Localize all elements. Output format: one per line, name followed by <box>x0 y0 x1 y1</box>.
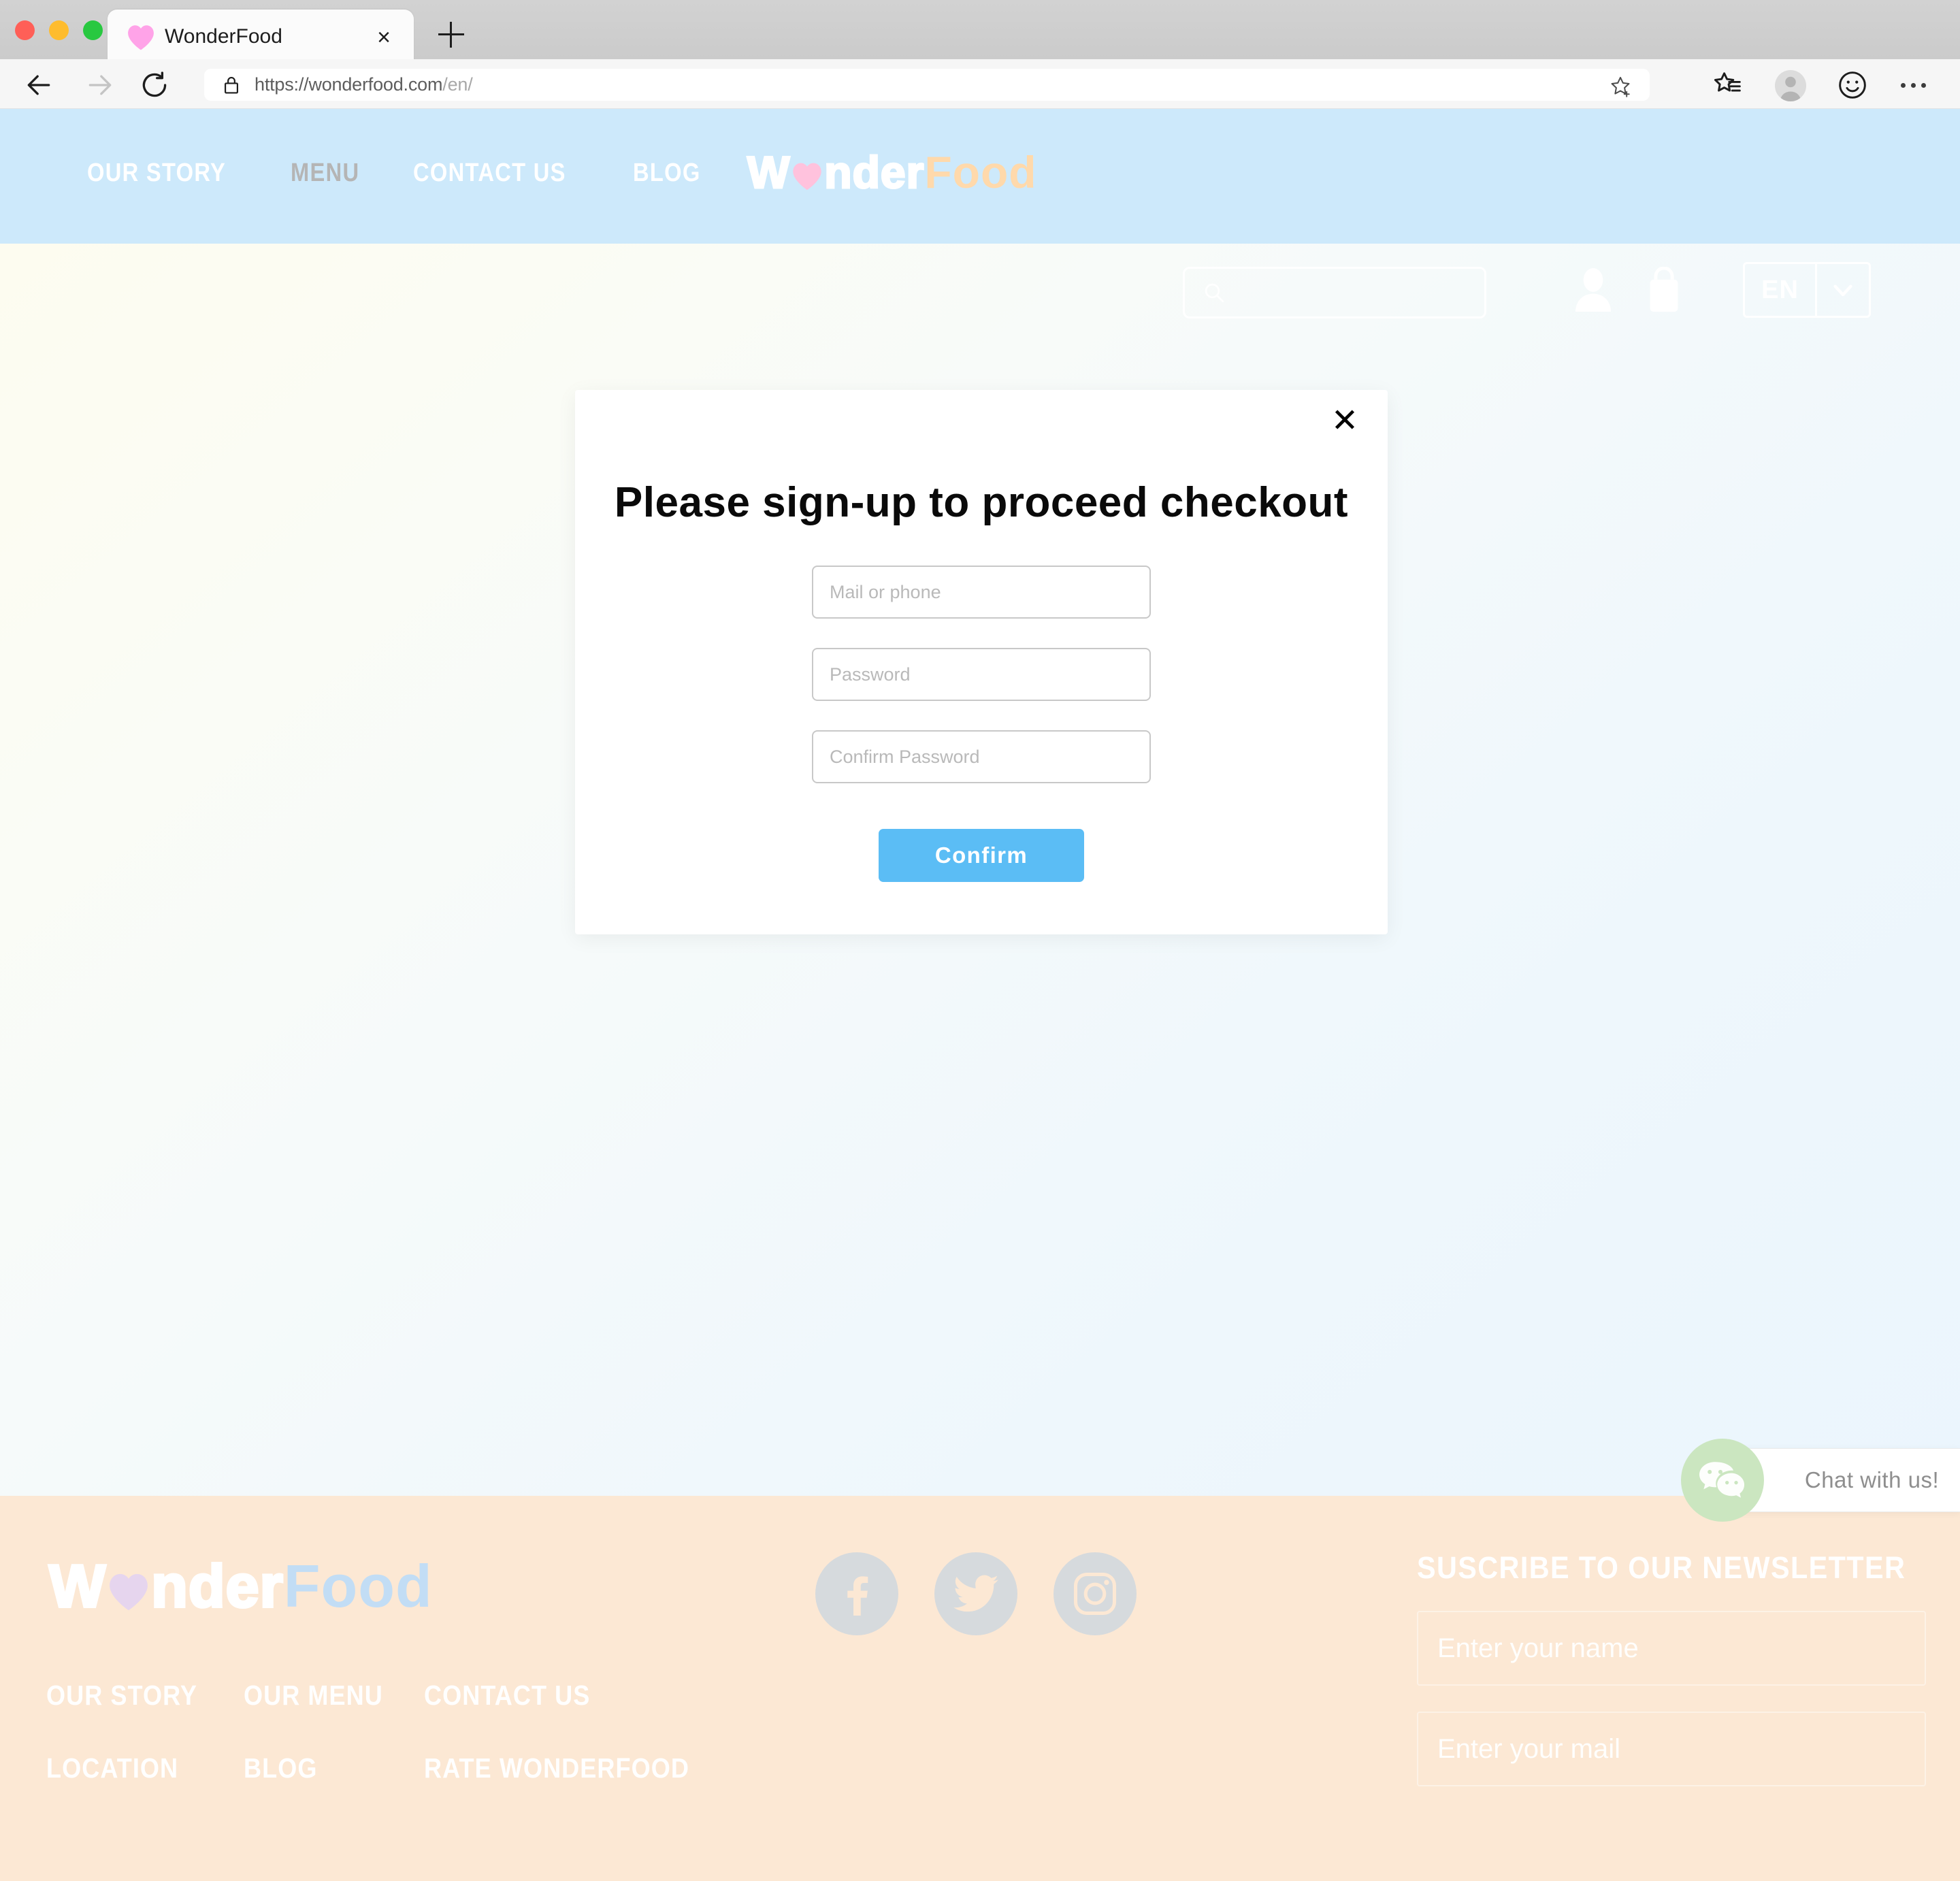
footer-link-blog[interactable]: BLOG <box>244 1752 402 1784</box>
footer-logo-part-food: Food <box>283 1552 433 1620</box>
chevron-down-glyph <box>1833 284 1852 297</box>
wechat-bubbles-icon[interactable] <box>1681 1439 1764 1522</box>
address-bar[interactable]: https://wonderfood.com/en/ <box>204 69 1650 101</box>
search-box[interactable] <box>1183 267 1494 318</box>
footer-link-contact-us[interactable]: CONTACT US <box>424 1680 689 1712</box>
newsletter-name-input[interactable] <box>1417 1611 1926 1686</box>
newsletter-signup: SUSCRIBE TO OUR NEWSLETTER <box>1417 1550 1926 1812</box>
back-arrow-icon[interactable] <box>24 70 54 100</box>
footer-logo-part-nder: nder <box>150 1551 284 1621</box>
forward-arrow-icon[interactable] <box>85 70 115 100</box>
nav-item-contact-us[interactable]: CONTACT US <box>413 159 566 188</box>
shopping-bag-icon[interactable] <box>1644 267 1684 313</box>
logo-part-w: W <box>746 146 791 199</box>
footer-link-rate-wonderfood[interactable]: RATE WONDERFOOD <box>424 1752 689 1784</box>
mail-or-phone-input[interactable] <box>812 566 1151 619</box>
facebook-glyph <box>847 1576 868 1616</box>
footer-logo-part-w: W <box>48 1551 107 1621</box>
url-path: /en/ <box>442 74 473 95</box>
site-footer: W nder Food OUR STORY OUR MENU CONTACT U… <box>0 1496 1960 1881</box>
window-close-button[interactable] <box>15 20 35 40</box>
profile-avatar-glyph <box>1775 70 1806 101</box>
window-controls <box>15 20 103 40</box>
confirm-button[interactable]: Confirm <box>879 829 1084 882</box>
address-bar-url: https://wonderfood.com/en/ <box>255 74 473 95</box>
collections-star-icon[interactable] <box>1712 70 1742 100</box>
window-maximize-button[interactable] <box>83 20 103 40</box>
feedback-smiley-icon[interactable] <box>1838 70 1867 100</box>
footer-logo[interactable]: W nder Food <box>48 1551 433 1621</box>
lock-icon <box>225 76 238 94</box>
logo-part-nder: nder <box>823 146 925 199</box>
newsletter-mail-input[interactable] <box>1417 1712 1926 1786</box>
profile-avatar-icon[interactable] <box>1775 70 1806 101</box>
tab-close-button[interactable]: × <box>370 24 397 51</box>
instagram-glyph <box>1073 1572 1117 1616</box>
social-links <box>815 1552 1137 1635</box>
signup-modal: ✕ Please sign-up to proceed checkout Con… <box>575 390 1388 934</box>
chat-label: Chat with us! <box>1804 1467 1940 1492</box>
modal-close-button[interactable]: ✕ <box>1326 402 1363 439</box>
heart-icon <box>110 1573 148 1611</box>
instagram-icon[interactable] <box>1054 1552 1137 1635</box>
wechat-bubbles-glyph <box>1699 1462 1745 1498</box>
twitter-icon[interactable] <box>934 1552 1017 1635</box>
search-icon <box>1205 283 1224 303</box>
modal-title: Please sign-up to proceed checkout <box>614 479 1349 526</box>
site-header: OUR STORY MENU CONTACT US BLOG W nder Fo… <box>0 109 1960 244</box>
signup-form: Confirm <box>575 566 1388 882</box>
search-input[interactable] <box>1235 282 1494 304</box>
user-icon[interactable] <box>1572 267 1614 312</box>
nav-item-menu[interactable]: MENU <box>291 159 359 188</box>
page-viewport: OUR STORY MENU CONTACT US BLOG W nder Fo… <box>0 109 1960 1881</box>
newsletter-title: SUSCRIBE TO OUR NEWSLETTER <box>1417 1550 1906 1585</box>
footer-links: OUR STORY OUR MENU CONTACT US LOCATION B… <box>46 1680 725 1784</box>
language-code: EN <box>1761 275 1799 304</box>
chat-widget[interactable]: Chat with us! <box>1681 1439 1960 1522</box>
heart-icon <box>793 163 821 191</box>
site-logo[interactable]: W nder Food <box>746 146 1037 199</box>
tab-title: WonderFood <box>165 25 282 48</box>
url-host: https://wonderfood.com <box>255 74 443 95</box>
browser-titlebar: WonderFood × <box>0 0 1960 69</box>
nav-item-blog[interactable]: BLOG <box>633 159 701 188</box>
facebook-icon[interactable] <box>815 1552 898 1635</box>
twitter-glyph <box>953 1575 998 1612</box>
footer-link-our-menu[interactable]: OUR MENU <box>244 1680 402 1712</box>
password-input[interactable] <box>812 648 1151 701</box>
main-navigation: OUR STORY MENU CONTACT US BLOG <box>87 159 712 188</box>
browser-chrome: WonderFood × https://wonderfood.com/en/ <box>0 0 1960 109</box>
footer-link-our-story[interactable]: OUR STORY <box>46 1680 220 1712</box>
footer-link-location[interactable]: LOCATION <box>46 1752 220 1784</box>
language-selector[interactable]: EN <box>1743 262 1871 318</box>
confirm-password-input[interactable] <box>812 730 1151 783</box>
nav-item-our-story[interactable]: OUR STORY <box>87 159 226 188</box>
add-favorite-star-icon[interactable] <box>1609 75 1632 98</box>
window-minimize-button[interactable] <box>49 20 69 40</box>
new-tab-button[interactable] <box>436 19 467 50</box>
browser-toolbar: https://wonderfood.com/en/ <box>0 59 1960 109</box>
more-options-icon[interactable] <box>1899 70 1929 100</box>
logo-part-food: Food <box>924 147 1037 197</box>
heart-icon <box>128 25 154 50</box>
chevron-down-icon[interactable] <box>1817 264 1869 316</box>
reload-icon[interactable] <box>140 70 169 100</box>
